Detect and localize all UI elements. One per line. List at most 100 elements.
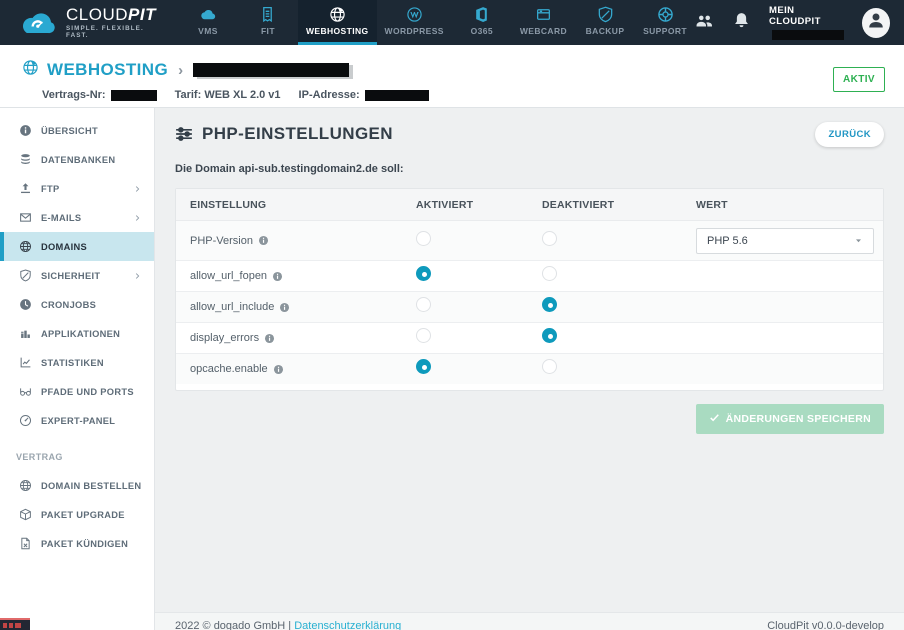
sidebar-item-label: DATENBANKEN (41, 155, 115, 165)
sidebar-item[interactable]: STATISTIKEN (0, 348, 154, 377)
sidebar-item[interactable]: PFADE UND PORTS (0, 377, 154, 406)
meta-item: IP-Adresse: (299, 89, 429, 101)
table-row: allow_url_include (176, 291, 883, 322)
check-icon (709, 412, 720, 426)
deactivated-radio[interactable] (542, 328, 557, 343)
sidebar-item[interactable]: FTP (0, 174, 154, 203)
globe-network-icon (329, 5, 346, 23)
meta-item: Vertrags-Nr: (42, 89, 157, 101)
copyright-text: 2022 © dogado GmbH | (175, 620, 294, 630)
activated-radio[interactable] (416, 359, 431, 374)
breadcrumb-section[interactable]: WEBHOSTING (47, 60, 168, 80)
status-badge: AKTIV (833, 67, 885, 92)
sidebar-item-label: PFADE UND PORTS (41, 387, 134, 397)
sidebar-item-label: PAKET UPGRADE (41, 510, 125, 520)
envelope-icon (19, 211, 32, 224)
cloudpit-logo[interactable]: CLOUDPIT SIMPLE. FLEXIBLE. FAST. (0, 0, 178, 45)
info-icon[interactable] (264, 333, 275, 344)
file-cancel-icon (19, 537, 32, 550)
activated-radio[interactable] (416, 266, 431, 281)
sidebar-item[interactable]: DOMAINS (0, 232, 154, 261)
nav-tab[interactable]: WEBHOSTING (298, 0, 377, 45)
deactivated-radio[interactable] (542, 266, 557, 281)
sidebar-section-label: VERTRAG (16, 452, 154, 462)
redacted-domain-name (193, 63, 349, 77)
column-header-value: WERT (696, 199, 869, 211)
wordpress-icon (406, 5, 423, 23)
activated-radio[interactable] (416, 297, 431, 312)
package-icon (19, 508, 32, 521)
nav-tab[interactable]: O365 (452, 0, 512, 45)
setting-name-cell: PHP-Version (190, 235, 416, 247)
save-changes-button[interactable]: ÄNDERUNGEN SPEICHERN (696, 404, 884, 434)
version-text: CloudPit v0.0.0-develop (767, 620, 884, 630)
chart-icon (19, 356, 32, 369)
sidebar-item[interactable]: SICHERHEIT (0, 261, 154, 290)
sidebar-item[interactable]: EXPERT-PANEL (0, 406, 154, 435)
php-version-value: PHP 5.6 (707, 235, 748, 247)
globe-icon (19, 240, 32, 253)
top-navigation-bar: CLOUDPIT SIMPLE. FLEXIBLE. FAST. VMS FIT… (0, 0, 904, 45)
clock-icon (19, 298, 32, 311)
nav-tab-label: WEBHOSTING (306, 26, 369, 36)
dev-corner-badge (0, 618, 30, 630)
sidebar-item-label: DOMAIN BESTELLEN (41, 481, 141, 491)
sidebar-item-label: EXPERT-PANEL (41, 416, 115, 426)
sidebar-item-label: ÜBERSICHT (41, 126, 98, 136)
avatar[interactable] (862, 8, 890, 38)
users-icon[interactable] (695, 11, 714, 35)
php-settings-table: EINSTELLUNG AKTIVIERT DEAKTIVIERT WERT P… (175, 188, 884, 391)
sidebar-item[interactable]: PAKET UPGRADE (0, 500, 154, 529)
info-icon[interactable] (273, 364, 284, 375)
sidebar-item-label: STATISTIKEN (41, 358, 104, 368)
office-icon (473, 5, 490, 23)
nav-tab[interactable]: VMS (178, 0, 238, 45)
nav-tab[interactable]: SUPPORT (635, 0, 695, 45)
nav-tab[interactable]: FIT (238, 0, 298, 45)
sidebar-item-label: SICHERHEIT (41, 271, 100, 281)
sidebar-item[interactable]: E-MAILS (0, 203, 154, 232)
info-icon[interactable] (272, 271, 283, 282)
cloudpit-app: CLOUDPIT SIMPLE. FLEXIBLE. FAST. VMS FIT… (0, 0, 904, 630)
sidebar-item[interactable]: APPLIKATIONEN (0, 319, 154, 348)
deactivated-radio[interactable] (542, 359, 557, 374)
setting-name-cell: allow_url_fopen (190, 270, 416, 282)
setting-name-cell: allow_url_include (190, 301, 416, 313)
nav-tab[interactable]: WEBCARD (512, 0, 575, 45)
table-body: PHP-Version PHP 5.6 (176, 221, 883, 384)
sidebar-item[interactable]: DATENBANKEN (0, 145, 154, 174)
nav-tab-label: FIT (261, 26, 275, 36)
account-menu[interactable]: MEIN CLOUDPIT (769, 5, 844, 40)
nav-tab-label: O365 (471, 26, 493, 36)
nav-tab-label: BACKUP (586, 26, 625, 36)
back-button[interactable]: ZURÜCK (815, 122, 884, 147)
sidebar-item-label: E-MAILS (41, 213, 81, 223)
meta-label: Tarif: WEB XL 2.0 v1 (175, 89, 281, 101)
php-version-select[interactable]: PHP 5.6 (696, 228, 874, 254)
upload-icon (19, 182, 32, 195)
sidebar-item[interactable]: CRONJOBS (0, 290, 154, 319)
bell-icon[interactable] (732, 11, 751, 35)
nav-tab[interactable]: WORDPRESS (377, 0, 452, 45)
deactivated-radio[interactable] (542, 231, 557, 246)
sidebar-item-label: CRONJOBS (41, 300, 96, 310)
meta-label: Vertrags-Nr: (42, 89, 106, 101)
sidebar-item[interactable]: ÜBERSICHT (0, 116, 154, 145)
activated-radio[interactable] (416, 328, 431, 343)
glasses-icon (19, 385, 32, 398)
column-header-setting: EINSTELLUNG (190, 199, 416, 211)
setting-name: opcache.enable (190, 363, 268, 375)
sidebar-item[interactable]: PAKET KÜNDIGEN (0, 529, 154, 558)
info-icon[interactable] (279, 302, 290, 313)
sidebar-item[interactable]: DOMAIN BESTELLEN (0, 471, 154, 500)
nav-tab[interactable]: BACKUP (575, 0, 635, 45)
receipt-icon (259, 5, 276, 23)
gauge-icon (19, 414, 32, 427)
main-content: PHP-EINSTELLUNGEN ZURÜCK Die Domain api-… (155, 108, 904, 630)
privacy-link[interactable]: Datenschutzerklärung (294, 620, 401, 630)
deactivated-radio[interactable] (542, 297, 557, 312)
setting-name-cell: display_errors (190, 332, 416, 344)
activated-radio[interactable] (416, 231, 431, 246)
browser-card-icon (535, 5, 552, 23)
info-icon[interactable] (258, 235, 269, 246)
